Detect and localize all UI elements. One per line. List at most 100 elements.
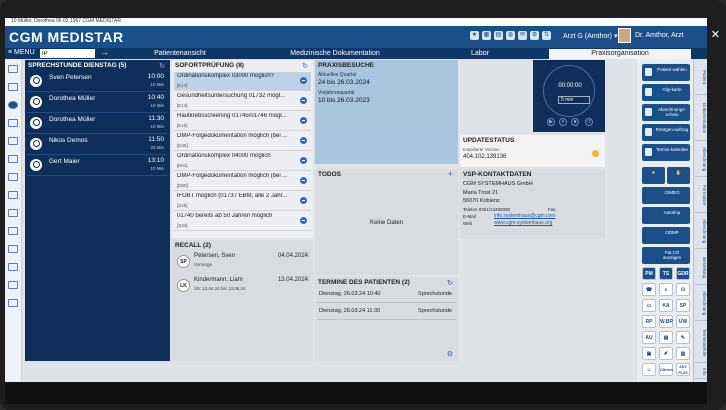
wbp-button[interactable]: W.BP (659, 315, 673, 328)
arrow-right-icon[interactable]: → (101, 48, 109, 57)
phone-icon[interactable]: ☎ (642, 283, 656, 296)
roentgenauftrag-button[interactable]: Röntgen-auftrag (642, 124, 690, 141)
table-row[interactable]: Dienstag, 26.03.24 11:30 Sprechstunde (317, 306, 456, 320)
rp-button[interactable]: RP (642, 315, 656, 328)
people-icon[interactable] (8, 155, 18, 163)
minus-circle-icon[interactable] (300, 197, 307, 204)
hand-button[interactable]: ✋ (667, 167, 690, 184)
menu-button[interactable]: ≡ MENU (8, 49, 35, 56)
home-icon[interactable] (8, 65, 18, 73)
clipkarte-button[interactable]: Clip-karte (642, 84, 690, 101)
wrench-icon[interactable] (8, 299, 18, 307)
stop-icon[interactable]: ■ (571, 118, 579, 126)
uw-button[interactable]: ÜW (676, 315, 690, 328)
web-link[interactable]: www.cgm-systemhaus.org (494, 220, 552, 226)
edit-icon[interactable] (8, 137, 18, 145)
list-item[interactable]: iFOBT möglich (01737 EBM, alle 2 Jahr...… (174, 192, 311, 211)
list-item[interactable]: DMP-Folgedokumentation möglich (bei ... … (174, 132, 311, 151)
patient-waehlen-button[interactable]: Patient wählen (642, 64, 690, 81)
timer-duration-input[interactable] (558, 96, 590, 104)
list-item[interactable]: Ordinationskomplex 03000 möglich? [E13] (174, 72, 311, 91)
terminkalender-button[interactable]: Termin-kalender (642, 144, 690, 161)
list-item[interactable]: 01740 bereits ab 50 Jahren möglich [S34] (174, 212, 311, 231)
calendar-icon[interactable] (8, 209, 18, 217)
ka-button[interactable]: KA (659, 299, 673, 312)
gimeo-button[interactable]: GIMEO (642, 187, 690, 204)
list-item[interactable]: Ordinationskomplex 04000 möglich [E01] (174, 152, 311, 171)
list-item[interactable]: Nikos Demos 11:50 20 Min (27, 135, 167, 155)
minus-circle-icon[interactable] (300, 157, 307, 164)
side-tab[interactable]: Abrechnung (695, 143, 707, 177)
search-icon[interactable]: ⌕ (659, 283, 673, 296)
grid-icon[interactable] (8, 83, 18, 91)
print-icon[interactable]: ▤ (494, 31, 503, 40)
arrows-icon[interactable]: ⇅ (542, 31, 551, 40)
minus-circle-icon[interactable] (300, 97, 307, 104)
side-tab[interactable]: Abrechnung (695, 287, 707, 321)
ts-button[interactable]: TS (659, 267, 673, 280)
settings-icon[interactable] (8, 263, 18, 271)
close-icon[interactable]: ✕ (711, 28, 720, 41)
clipboard-icon[interactable] (8, 119, 18, 127)
list-item[interactable]: LK Kindermann, Liam 13.04.2024 U5: 13.04… (174, 276, 311, 298)
table-row[interactable]: Dienstag, 26.03.24 10:40 Sprechstunde (317, 289, 456, 303)
pause-icon[interactable]: ⏸ (559, 118, 567, 126)
refresh-icon[interactable]: ↻ (159, 62, 165, 70)
list-item[interactable]: Hautkrebsscreening 01745/01746 mögl... [… (174, 112, 311, 131)
side-tab[interactable]: Dokumentation (695, 97, 707, 141)
pen-icon[interactable]: ✎ (676, 331, 690, 344)
table-icon[interactable]: ▦ (482, 31, 491, 40)
side-tab[interactable]: Terminaufrufe (695, 323, 707, 363)
settings-icon[interactable]: ⚙ (530, 31, 539, 40)
edit-icon[interactable]: ✐ (659, 347, 673, 360)
tab-praxisorganisation[interactable]: Praxisorganisation (549, 49, 691, 59)
autoimp-button[interactable]: Autolmp (642, 207, 690, 224)
user-name[interactable]: Dr. Amthor, Arzt (635, 32, 684, 39)
minus-circle-icon[interactable] (300, 177, 307, 184)
settings-icon[interactable]: ⚙ (447, 350, 453, 358)
chart-icon[interactable] (8, 191, 18, 199)
side-tab[interactable]: Patient (695, 61, 707, 95)
list-item[interactable]: Gesundheitsuntersuchung 01732 mögl... [E… (174, 92, 311, 111)
gdr-button[interactable]: GDR (676, 267, 690, 280)
list-item[interactable]: SP Petersen, Sven 04.04.2024 Vorsorge (174, 252, 311, 274)
dashboard-icon[interactable] (8, 101, 18, 109)
globe-icon[interactable]: ◍ (506, 31, 515, 40)
list-item[interactable]: Sven Petersen 10:00 10 Min (27, 72, 167, 92)
side-tab[interactable]: Info (695, 365, 707, 379)
pat-cd-button[interactable]: Pat.CD anzeigen (642, 247, 690, 264)
patient-search-input[interactable] (40, 49, 95, 58)
au-button[interactable]: AU (642, 331, 656, 344)
sp-button[interactable]: SP (676, 299, 690, 312)
side-tab[interactable]: Formulare (695, 179, 707, 213)
side-tab[interactable]: Abrechnung (695, 215, 707, 249)
minus-circle-icon[interactable] (300, 137, 307, 144)
form-icon[interactable]: ▥ (676, 347, 690, 360)
abrechnungsschein-button[interactable]: Abrechnungs-schein (642, 104, 690, 121)
add-icon[interactable]: + (448, 169, 453, 179)
minus-circle-icon[interactable] (300, 117, 307, 124)
minus-circle-icon[interactable] (300, 217, 307, 224)
refresh-icon[interactable]: ↻ (302, 62, 308, 70)
list-item[interactable]: Gert Maier 13:10 10 Min (27, 156, 167, 176)
play-icon[interactable]: ▶ (547, 118, 555, 126)
odmp-button[interactable]: ODMP (642, 227, 690, 244)
email-link[interactable]: info.systemhaus@cgm.com (494, 213, 555, 219)
tab-patientenansicht[interactable]: Patientenansicht (120, 49, 240, 59)
list-item[interactable]: DMP-Folgedokumentation möglich (bei ... … (174, 172, 311, 191)
minus-circle-icon[interactable] (300, 77, 307, 84)
car-icon[interactable]: ⊡ (676, 283, 690, 296)
list-item[interactable]: Dorothea Müller 11:30 10 Min (27, 114, 167, 134)
user-star-icon[interactable]: ★ (470, 31, 479, 40)
pm-button[interactable]: PM (642, 267, 656, 280)
doctor-select[interactable]: Arzt G (Amthor) ▾ (563, 32, 617, 40)
document-icon[interactable]: ▤ (659, 331, 673, 344)
side-tab[interactable]: Bestellung (695, 251, 707, 285)
heart-button[interactable]: ♥ (642, 167, 665, 184)
camera-icon[interactable] (8, 227, 18, 235)
mail-icon[interactable] (8, 245, 18, 253)
message-icon[interactable]: ✉ (518, 31, 527, 40)
tab-labor[interactable]: Labor (430, 49, 530, 59)
clinics-button[interactable]: Clinics (659, 363, 673, 376)
money-icon[interactable] (8, 173, 18, 181)
